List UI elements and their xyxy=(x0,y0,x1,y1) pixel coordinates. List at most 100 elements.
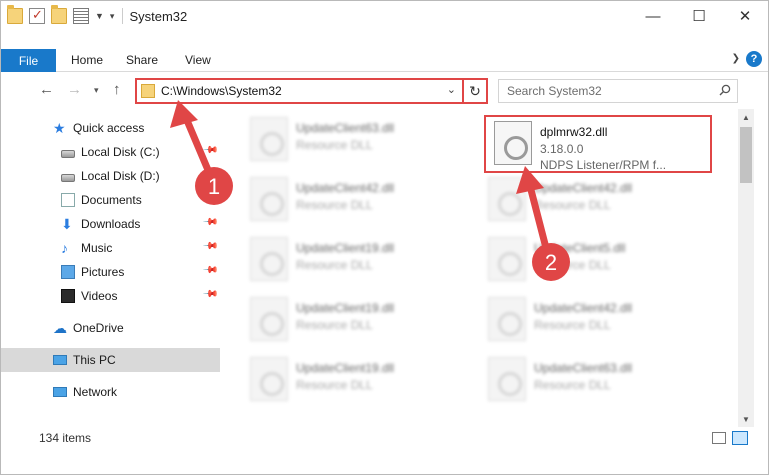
file-description: NDPS Listener/RPM f... xyxy=(540,158,667,172)
back-arrow-icon[interactable]: ← xyxy=(39,81,54,98)
file-item[interactable]: UpdateClient42.dll Resource DLL xyxy=(480,173,710,227)
music-note-icon: ♪ xyxy=(61,240,68,256)
sidebar-item-local-disk-d[interactable]: Local Disk (D:) xyxy=(1,164,220,188)
help-button[interactable]: ? xyxy=(746,51,762,67)
window-controls: — ☐ ✕ xyxy=(630,1,768,31)
dll-file-icon xyxy=(488,297,526,341)
address-bar[interactable]: C:\Windows\System32 ⌄ ↻ xyxy=(135,78,488,104)
toolbar-dropdown-icon[interactable]: ▾ xyxy=(110,11,115,22)
file-item[interactable]: UpdateClient19.dll Resource DLL xyxy=(242,353,472,407)
expand-ribbon-chevron-icon[interactable]: ❯ xyxy=(732,53,740,64)
sidebar-item-quick-access[interactable]: ★ Quick access xyxy=(1,116,220,140)
explorer-window: ▼ ▾ System32 — ☐ ✕ File Home Share View … xyxy=(0,0,769,475)
file-version: 3.18.0.0 xyxy=(540,142,584,156)
scroll-up-arrow-icon[interactable]: ▲ xyxy=(738,109,754,125)
file-type: Resource DLL xyxy=(534,318,611,332)
quick-access-toolbar: ▼ ▾ System32 xyxy=(7,1,187,31)
file-name: UpdateClient19.dll xyxy=(296,361,395,375)
dll-file-icon xyxy=(488,177,526,221)
navigation-bar: ← → ▾ ↑ C:\Windows\System32 ⌄ ↻ Search S… xyxy=(1,75,768,107)
vertical-scrollbar[interactable]: ▲ ▼ xyxy=(738,109,754,427)
folder-icon[interactable] xyxy=(7,5,23,24)
file-name: UpdateClient19.dll xyxy=(296,301,395,315)
sidebar-item-local-disk-c[interactable]: Local Disk (C:) xyxy=(1,140,220,164)
sidebar-item-network[interactable]: Network xyxy=(1,380,220,404)
file-type: Resource DLL xyxy=(296,378,373,392)
file-item[interactable]: UpdateClient63.dll Resource DLL xyxy=(242,113,472,167)
ribbon-tabs: File Home Share View ❯ ? xyxy=(1,49,768,72)
file-item[interactable]: UpdateClient5.dll Resource DLL xyxy=(480,233,710,287)
address-path[interactable]: C:\Windows\System32 xyxy=(161,84,282,98)
documents-icon xyxy=(61,193,75,207)
folder-icon xyxy=(141,84,155,98)
pictures-icon xyxy=(61,265,75,279)
file-item[interactable]: UpdateClient42.dll Resource DLL xyxy=(242,173,472,227)
tab-share[interactable]: Share xyxy=(126,53,158,67)
title-bar: ▼ ▾ System32 — ☐ ✕ xyxy=(1,1,768,31)
search-input[interactable]: Search System32 xyxy=(507,84,602,98)
file-name: UpdateClient63.dll xyxy=(534,361,633,375)
close-button[interactable]: ✕ xyxy=(722,1,768,31)
sidebar-item-downloads[interactable]: ⬇ Downloads xyxy=(1,212,220,236)
file-name: UpdateClient5.dll xyxy=(534,241,626,255)
sidebar-item-onedrive[interactable]: ☁ OneDrive xyxy=(1,316,220,340)
download-arrow-icon: ⬇ xyxy=(61,216,73,232)
sidebar-item-label: Pictures xyxy=(81,265,125,279)
forward-arrow-icon[interactable]: → xyxy=(67,81,82,98)
window-title: System32 xyxy=(129,8,188,24)
file-type: Resource DLL xyxy=(534,258,611,272)
dll-file-icon xyxy=(250,177,288,221)
sidebar-item-label: Local Disk (C:) xyxy=(81,145,160,159)
minimize-button[interactable]: — xyxy=(630,1,676,31)
film-icon xyxy=(61,289,75,303)
sidebar-item-this-pc[interactable]: This PC xyxy=(1,348,220,372)
dll-file-icon xyxy=(488,237,526,281)
file-name: UpdateClient63.dll xyxy=(296,121,395,135)
file-item-dplmrw32[interactable]: dplmrw32.dll 3.18.0.0 NDPS Listener/RPM … xyxy=(484,115,712,173)
drive-icon xyxy=(61,150,75,158)
file-item[interactable]: UpdateClient19.dll Resource DLL xyxy=(242,233,472,287)
file-item[interactable]: UpdateClient63.dll Resource DLL xyxy=(480,353,710,407)
scrollbar-thumb[interactable] xyxy=(740,127,752,183)
navigation-pane: ★ Quick access Local Disk (C:) 📌 Local D… xyxy=(1,109,221,427)
sidebar-item-music[interactable]: ♪ Music xyxy=(1,236,220,260)
sidebar-item-label: Downloads xyxy=(81,217,141,231)
customize-toolbar-chevron-icon[interactable]: ▼ xyxy=(95,11,104,21)
details-view-icon[interactable] xyxy=(712,432,726,444)
tab-view[interactable]: View xyxy=(185,53,211,67)
up-arrow-icon[interactable]: ↑ xyxy=(113,81,121,98)
file-name: UpdateClient42.dll xyxy=(296,181,395,195)
view-icon[interactable] xyxy=(73,8,89,24)
cloud-icon: ☁ xyxy=(53,320,67,336)
sidebar-item-pictures[interactable]: Pictures xyxy=(1,260,220,284)
maximize-button[interactable]: ☐ xyxy=(676,1,722,31)
dll-file-icon xyxy=(250,117,288,161)
tab-home[interactable]: Home xyxy=(71,53,103,67)
file-name: dplmrw32.dll xyxy=(540,125,608,139)
refresh-button[interactable]: ↻ xyxy=(462,80,486,102)
dll-file-icon xyxy=(494,121,532,165)
file-name: UpdateClient42.dll xyxy=(534,181,633,195)
large-icons-view-icon[interactable] xyxy=(732,431,748,445)
address-dropdown-chevron-icon[interactable]: ⌄ xyxy=(447,83,456,96)
file-list: UpdateClient63.dll Resource DLL UpdateCl… xyxy=(222,109,737,427)
sidebar-item-label: Local Disk (D:) xyxy=(81,169,160,183)
star-icon: ★ xyxy=(53,120,66,136)
tab-file[interactable]: File xyxy=(1,49,56,72)
file-item[interactable]: UpdateClient42.dll Resource DLL xyxy=(480,293,710,347)
sidebar-item-label: Documents xyxy=(81,193,142,207)
dll-file-icon xyxy=(250,237,288,281)
new-folder-icon[interactable] xyxy=(51,5,67,24)
properties-icon[interactable] xyxy=(29,7,45,24)
sidebar-item-videos[interactable]: Videos xyxy=(1,284,220,308)
file-type: Resource DLL xyxy=(296,138,373,152)
sidebar-item-documents[interactable]: Documents xyxy=(1,188,220,212)
dll-file-icon xyxy=(250,357,288,401)
scroll-down-arrow-icon[interactable]: ▼ xyxy=(738,411,754,427)
recent-locations-chevron-icon[interactable]: ▾ xyxy=(94,85,99,96)
refresh-icon: ↻ xyxy=(469,82,481,99)
sidebar-item-label: Videos xyxy=(81,289,118,303)
file-name: UpdateClient19.dll xyxy=(296,241,395,255)
search-box[interactable]: Search System32 xyxy=(498,79,738,103)
file-item[interactable]: UpdateClient19.dll Resource DLL xyxy=(242,293,472,347)
